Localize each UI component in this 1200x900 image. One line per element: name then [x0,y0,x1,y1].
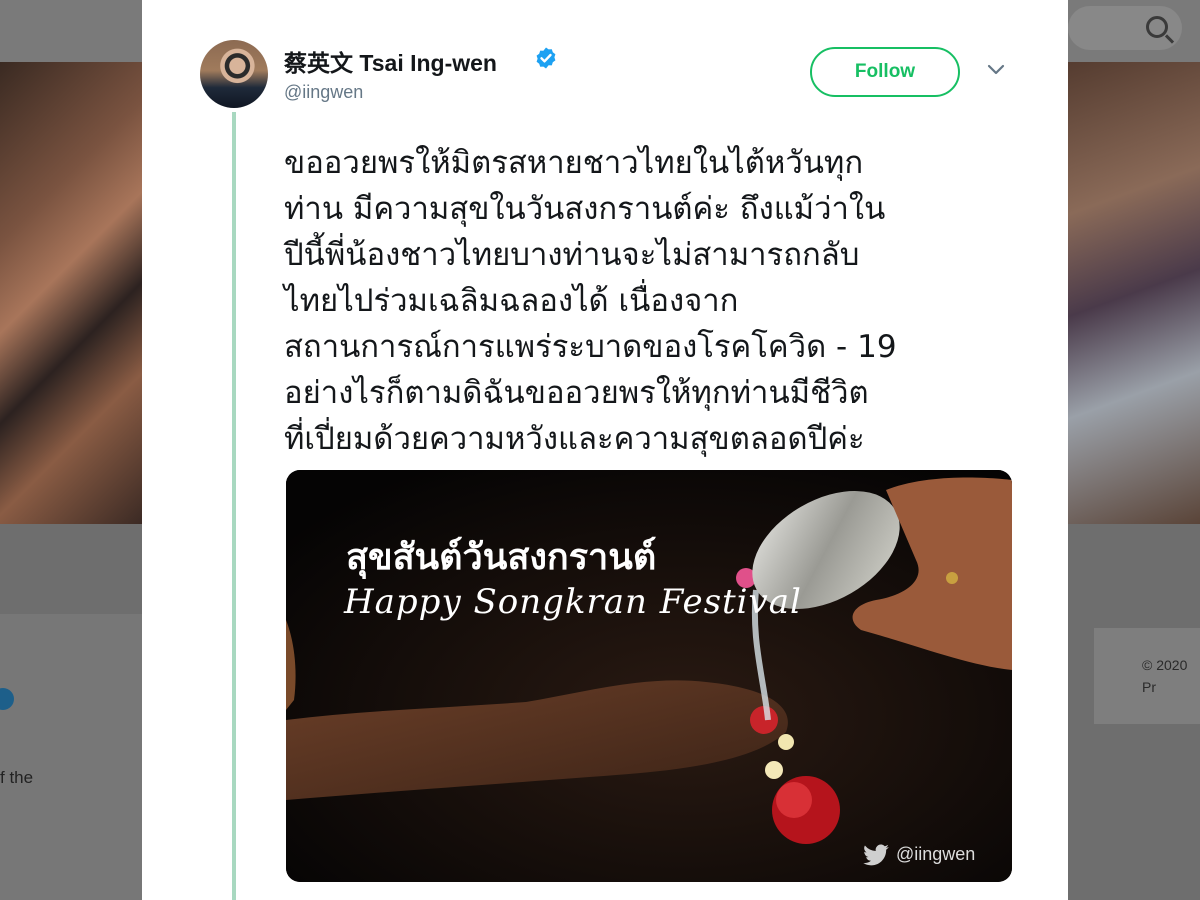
tweet-text-line: สถานการณ์การแพร่ระบาดของโรคโควิด - 19 [284,329,897,365]
background-photo-right [1068,62,1200,524]
tweet-media-image[interactable]: สุขสันต์วันสงกรานต์ Happy Songkran Festi… [286,470,1012,882]
thread-line [232,112,236,900]
verified-badge-icon [536,47,556,69]
author-avatar[interactable] [200,40,268,108]
background-footer-text: © 2020 Pr [1142,654,1187,698]
media-title-english: Happy Songkran Festival [344,582,802,622]
tweet-text-line: ไทยไปร่วมเฉลิมฉลองได้ เนื่องจาก [284,283,739,319]
privacy-link-fragment: Pr [1142,679,1156,695]
chevron-down-icon[interactable] [986,62,1006,78]
background-card-left [0,614,142,900]
copyright-text: © 2020 [1142,657,1188,673]
background-photo-left [0,62,142,524]
tweet-text-line: ที่เปี่ยมด้วยความหวังและความสุขตลอดปีค่ะ [284,421,865,457]
twitter-bird-icon [863,844,889,866]
tweet-modal: 蔡英文 Tsai Ing-wen @iingwen Follow ขออวยพร… [142,0,1068,900]
tweet-text-line: อย่างไรก็ตามดิฉันขออวยพรให้ทุกท่านมีชีวิ… [284,375,869,411]
author-name[interactable]: 蔡英文 Tsai Ing-wen [284,44,497,78]
author-handle[interactable]: @iingwen [284,82,363,103]
search-box[interactable] [1068,6,1182,50]
tweet-text-line: ปีนี้พี่น้องชาวไทยบางท่านจะไม่สามารถกลับ [284,237,860,273]
media-watermark-handle: @iingwen [896,844,976,864]
search-icon[interactable] [1146,16,1168,38]
follow-button[interactable]: Follow [810,47,960,97]
background-text-fragment: f the [0,768,34,787]
tweet-text-line: ท่าน มีความสุขในวันสงกรานต์ค่ะ ถึงแม้ว่า… [284,191,886,227]
media-title-thai: สุขสันต์วันสงกรานต์ [346,537,657,578]
tweet-text: ขออวยพรให้มิตรสหายชาวไทยในไต้หวันทุก ท่า… [284,140,1014,462]
tweet-text-line: ขออวยพรให้มิตรสหายชาวไทยในไต้หวันทุก [284,145,864,181]
